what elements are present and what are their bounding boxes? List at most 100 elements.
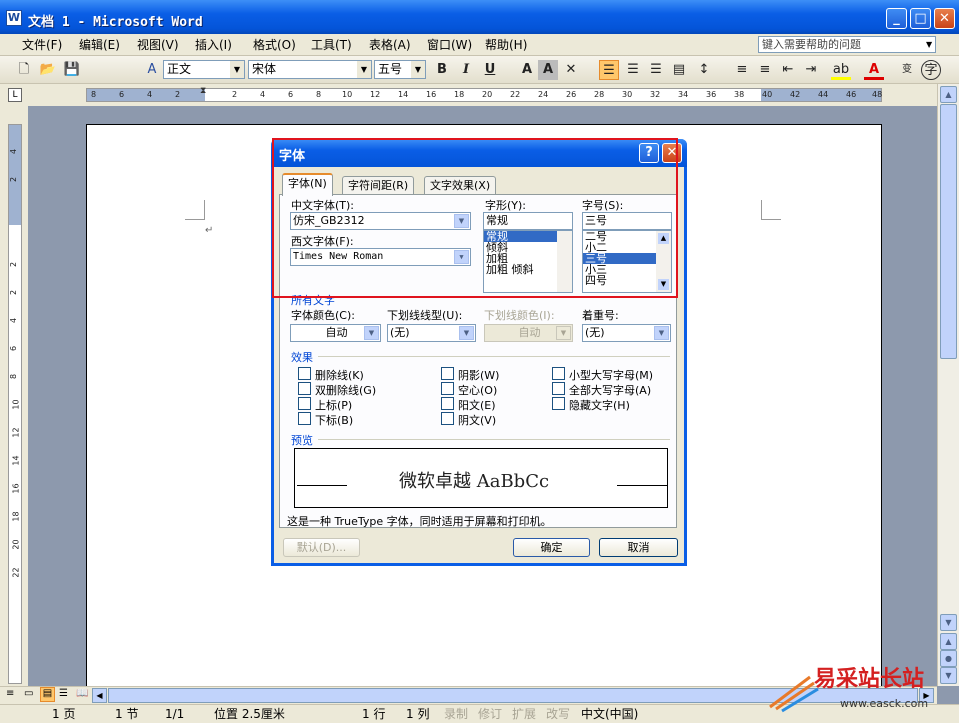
font-color-icon[interactable]: A — [864, 60, 884, 80]
shadow-checkbox[interactable] — [441, 367, 454, 380]
word-app-icon[interactable]: W — [6, 10, 22, 26]
print-view-icon[interactable]: ▤ — [40, 687, 55, 702]
scroll-left-icon[interactable]: ◀ — [92, 688, 107, 703]
menu-insert[interactable]: 插入(I) — [195, 37, 232, 53]
normal-view-icon[interactable]: ≡ — [6, 688, 14, 699]
chevron-down-icon[interactable]: ▼ — [654, 326, 669, 340]
chevron-down-icon[interactable]: ▼ — [926, 40, 932, 49]
list-scrollbar[interactable]: ▲ ▼ — [656, 231, 671, 292]
char-shading-icon[interactable]: A — [538, 60, 558, 80]
bullets-icon[interactable]: ≡ — [755, 60, 775, 80]
decrease-indent-icon[interactable]: ⇤ — [778, 60, 798, 80]
char-border-icon[interactable]: A — [517, 60, 537, 80]
scroll-down-icon[interactable]: ▼ — [940, 614, 957, 631]
checkbox-label[interactable]: 阴文(V) — [458, 412, 496, 428]
style-select[interactable]: 正文 ▼ — [163, 60, 245, 79]
scroll-up-icon[interactable]: ▲ — [940, 86, 957, 103]
dialog-title-bar[interactable]: 字体 ? ✕ — [271, 139, 687, 167]
chevron-down-icon[interactable]: ▼ — [459, 326, 474, 340]
numbering-icon[interactable]: ≡ — [732, 60, 752, 80]
align-justify-icon[interactable]: ☰ — [599, 60, 619, 80]
scroll-thumb[interactable] — [940, 104, 957, 359]
west-font-select[interactable]: Times New Roman ▼ — [290, 248, 471, 266]
tab-text-effects[interactable]: 文字效果(X) — [424, 176, 497, 195]
subscript-checkbox[interactable] — [298, 412, 311, 425]
new-document-icon[interactable]: 🗋 — [14, 60, 34, 80]
all-caps-checkbox[interactable] — [552, 382, 565, 395]
prev-page-icon[interactable]: ▲ — [940, 633, 957, 650]
help-search-input[interactable]: 键入需要帮助的问题 — [758, 36, 936, 53]
font-size-select[interactable]: 五号 ▼ — [374, 60, 426, 79]
menu-help[interactable]: 帮助(H) — [485, 37, 527, 53]
emboss-checkbox[interactable] — [441, 397, 454, 410]
status-overtype[interactable]: 改写 — [546, 706, 570, 722]
increase-indent-icon[interactable]: ⇥ — [801, 60, 821, 80]
italic-icon[interactable]: I — [456, 60, 476, 80]
underline-select[interactable]: (无) ▼ — [387, 324, 476, 342]
distribute-icon[interactable]: ▤ — [669, 60, 689, 80]
double-strikethrough-checkbox[interactable] — [298, 382, 311, 395]
checkbox-label[interactable]: 空心(O) — [458, 382, 497, 398]
cancel-button[interactable]: 取消 — [599, 538, 678, 557]
tab-selector-icon[interactable]: L — [8, 88, 22, 102]
cn-font-select[interactable]: 仿宋_GB2312 ▼ — [290, 212, 471, 230]
menu-file[interactable]: 文件(F) — [22, 37, 62, 53]
menu-tools[interactable]: 工具(T) — [311, 37, 352, 53]
checkbox-label[interactable]: 隐藏文字(H) — [569, 397, 630, 413]
dialog-close-button[interactable]: ✕ — [662, 143, 682, 163]
underline-icon[interactable]: U — [480, 60, 500, 80]
outline-view-icon[interactable]: ☰ — [59, 688, 68, 699]
chevron-down-icon[interactable]: ▼ — [230, 61, 244, 78]
checkbox-label[interactable]: 删除线(K) — [315, 367, 364, 383]
emphasis-select[interactable]: (无) ▼ — [582, 324, 671, 342]
close-button[interactable]: ✕ — [934, 8, 955, 29]
phonetic-guide-icon[interactable]: 变 — [897, 60, 917, 80]
checkbox-label[interactable]: 阴影(W) — [458, 367, 499, 383]
dialog-help-button[interactable]: ? — [639, 143, 659, 163]
scroll-up-icon[interactable]: ▲ — [658, 233, 669, 244]
tab-char-spacing[interactable]: 字符间距(R) — [342, 176, 415, 195]
tab-font[interactable]: 字体(N) — [282, 173, 333, 196]
save-icon[interactable]: 💾 — [62, 60, 82, 80]
align-center-icon[interactable]: ☰ — [623, 60, 643, 80]
list-scrollbar[interactable] — [557, 231, 572, 292]
reading-view-icon[interactable]: 📖 — [76, 688, 88, 699]
superscript-checkbox[interactable] — [298, 397, 311, 410]
hidden-checkbox[interactable] — [552, 397, 565, 410]
vertical-ruler[interactable]: 4 2 2 2 4 6 8 10 12 14 16 18 20 22 — [0, 106, 28, 686]
checkbox-label[interactable]: 双删除线(G) — [315, 382, 376, 398]
font-select[interactable]: 宋体 ▼ — [248, 60, 372, 79]
engrave-checkbox[interactable] — [441, 412, 454, 425]
align-right-icon[interactable]: ☰ — [646, 60, 666, 80]
status-track[interactable]: 修订 — [478, 706, 502, 722]
bold-icon[interactable]: B — [432, 60, 452, 80]
size-input[interactable]: 三号 — [582, 212, 672, 230]
style-listbox[interactable]: 常规 倾斜 加粗 加粗 倾斜 — [483, 230, 573, 293]
font-color-select[interactable]: 自动 ▼ — [290, 324, 381, 342]
chevron-down-icon[interactable]: ▼ — [411, 61, 425, 78]
status-record[interactable]: 录制 — [444, 706, 468, 722]
small-caps-checkbox[interactable] — [552, 367, 565, 380]
horizontal-ruler[interactable]: L 8 6 4 2 2 4 6 8 10 12 14 16 18 20 22 2… — [0, 84, 959, 106]
ok-button[interactable]: 确定 — [513, 538, 590, 557]
highlight-icon[interactable]: ab — [831, 60, 851, 80]
menu-table[interactable]: 表格(A) — [369, 37, 411, 53]
styles-icon[interactable]: A — [142, 60, 162, 80]
chevron-down-icon[interactable]: ▼ — [454, 214, 469, 228]
open-folder-icon[interactable]: 📂 — [38, 60, 58, 80]
chevron-down-icon[interactable]: ▼ — [364, 326, 379, 340]
chevron-down-icon[interactable]: ▼ — [454, 250, 469, 264]
strikethrough-checkbox[interactable] — [298, 367, 311, 380]
outline-checkbox[interactable] — [441, 382, 454, 395]
style-input[interactable]: 常规 — [483, 212, 573, 230]
menu-format[interactable]: 格式(O) — [253, 37, 296, 53]
checkbox-label[interactable]: 上标(P) — [315, 397, 352, 413]
checkbox-label[interactable]: 全部大写字母(A) — [569, 382, 651, 398]
enclose-char-icon[interactable]: 字 — [921, 60, 941, 80]
size-listbox[interactable]: 二号 小二 三号 小三 四号 ▲ ▼ — [582, 230, 672, 293]
vertical-scrollbar[interactable]: ▲ ▼ ▲ ● ▼ — [937, 84, 959, 686]
checkbox-label[interactable]: 下标(B) — [315, 412, 353, 428]
minimize-button[interactable]: _ — [886, 8, 907, 29]
status-extend[interactable]: 扩展 — [512, 706, 536, 722]
chevron-down-icon[interactable]: ▼ — [357, 61, 371, 78]
